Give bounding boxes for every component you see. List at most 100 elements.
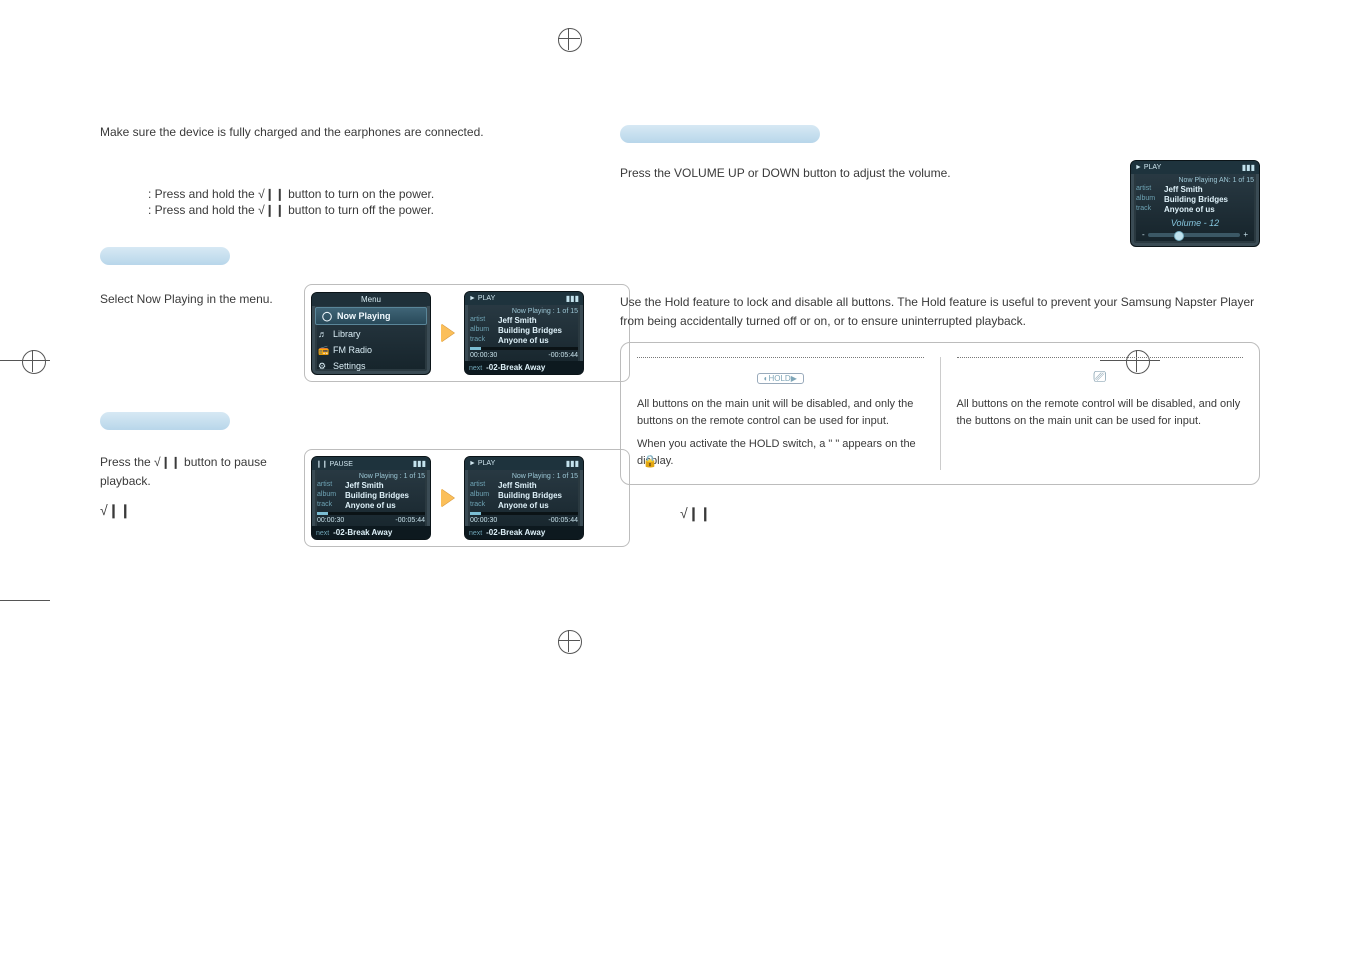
device-play-screenshot: ► PLAY ▮▮▮ Now Playing : 1 of 15 artist J… <box>464 456 584 540</box>
section-pill <box>100 412 230 430</box>
progress-bar <box>317 512 425 515</box>
field-label: track <box>1136 205 1160 214</box>
battery-icon: ▮▮▮ <box>1242 163 1255 172</box>
device-pause-screenshot: ❙❙ PAUSE ▮▮▮ Now Playing : 1 of 15 artis… <box>311 456 431 540</box>
volume-slider: - + <box>1142 230 1248 239</box>
library-icon: ♬ <box>318 329 328 339</box>
field-label: track <box>470 336 494 345</box>
hold-diagram: ◐HOLD▶ All buttons on the main unit will… <box>620 342 1260 485</box>
field-value: Building Bridges <box>498 326 562 335</box>
dotted-rule <box>637 357 924 358</box>
device-play-screenshot: ► PLAY ▮▮▮ Now Playing : 1 of 15 artist J… <box>464 291 584 375</box>
battery-icon: ▮▮▮ <box>566 294 579 303</box>
lock-icon: 🔒 <box>643 455 658 467</box>
field-value: Jeff Smith <box>498 481 537 490</box>
field-value: Anyone of us <box>1164 205 1215 214</box>
trim-line <box>0 360 50 361</box>
field-value: Jeff Smith <box>1164 185 1203 194</box>
power-section: : Press and hold the √❙❙ button to turn … <box>100 187 630 217</box>
remaining-time: -00:05:44 <box>548 517 578 524</box>
now-playing-count: Now Playing : 1 of 15 <box>470 308 578 315</box>
progress-bar <box>470 347 578 350</box>
field-label: artist <box>470 316 494 325</box>
pause-instruction: Press the √❙❙ button to pause playback. <box>100 453 290 490</box>
field-label: artist <box>1136 185 1160 194</box>
volume-minus: - <box>1142 230 1145 239</box>
field-value: Anyone of us <box>498 336 549 345</box>
progress-bar <box>470 512 578 515</box>
now-playing-count: Now Playing : 1 of 15 <box>470 473 578 480</box>
gear-icon: ⚙ <box>318 361 328 371</box>
crop-mark-bottom <box>558 630 580 652</box>
circle-icon: ◯ <box>322 311 332 321</box>
hold-main-text-2-span: When you activate the HOLD switch, a " "… <box>637 438 916 467</box>
menu-item-settings: ⚙ Settings <box>312 358 430 374</box>
battery-icon: ▮▮▮ <box>566 459 579 468</box>
hold-switch-icon: ◐HOLD▶ <box>757 373 804 384</box>
field-label: track <box>470 501 494 510</box>
hold-intro: Use the Hold feature to lock and disable… <box>620 293 1260 330</box>
device-menu-screenshot: Menu ◯ Now Playing ♬ Library 📻 FM Radio <box>311 292 431 375</box>
field-value: Anyone of us <box>345 501 396 510</box>
play-state: ► PLAY <box>1135 164 1161 171</box>
power-on-text: : Press and hold the √❙❙ button to turn … <box>100 187 630 201</box>
field-value: Jeff Smith <box>345 481 384 490</box>
menu-item-label: FM Radio <box>333 345 372 355</box>
volume-label: Volume - 12 <box>1136 218 1254 228</box>
elapsed-time: 00:00:30 <box>317 517 344 524</box>
menu-item-fm: 📻 FM Radio <box>312 342 430 358</box>
elapsed-time: 00:00:30 <box>470 352 497 359</box>
elapsed-time: 00:00:30 <box>470 517 497 524</box>
field-value: -02-Break Away <box>486 363 545 372</box>
menu-item-label: Library <box>333 329 361 339</box>
power-off-text: : Press and hold the √❙❙ button to turn … <box>100 203 630 217</box>
field-label: album <box>1136 195 1160 204</box>
hold-switch-illustration: ◐HOLD▶ <box>637 368 924 388</box>
field-label: album <box>470 491 494 500</box>
remote-hold-illustration: ⎚ <box>957 368 1244 388</box>
arrow-right-icon <box>441 489 454 507</box>
menu-item-label: Now Playing <box>337 311 391 321</box>
crop-mark-top <box>558 28 580 50</box>
device-volume-screenshot: ► PLAY ▮▮▮ Now Playing AN: 1 of 15 artis… <box>1130 160 1260 247</box>
device-menu-title: Menu <box>312 293 430 306</box>
section-pill <box>100 247 230 265</box>
volume-instruction: Press the VOLUME UP or DOWN button to ad… <box>620 160 1110 183</box>
remaining-time: -00:05:44 <box>548 352 578 359</box>
field-value: Jeff Smith <box>498 316 537 325</box>
remaining-time: -00:05:44 <box>395 517 425 524</box>
field-label: next <box>469 530 482 537</box>
field-label: next <box>316 530 329 537</box>
menu-item-library: ♬ Library <box>312 326 430 342</box>
field-value: -02-Break Away <box>333 528 392 537</box>
section-pill <box>620 125 820 143</box>
pause-state: ❙❙ PAUSE <box>316 460 353 468</box>
field-label: next <box>469 365 482 372</box>
menu-item-now-playing: ◯ Now Playing <box>315 307 427 325</box>
play-pause-glyph: √❙❙ <box>100 500 290 522</box>
hold-main-text-1: All buttons on the main unit will be dis… <box>637 396 924 430</box>
field-label: track <box>317 501 341 510</box>
now-playing-count: Now Playing : 1 of 15 <box>317 473 425 480</box>
remote-icon: ⎚ <box>1093 369 1106 387</box>
play-state: ► PLAY <box>469 460 495 467</box>
volume-plus: + <box>1243 230 1248 239</box>
field-label: artist <box>470 481 494 490</box>
field-label: artist <box>317 481 341 490</box>
hold-remote-text: All buttons on the remote control will b… <box>957 396 1244 430</box>
field-label: album <box>317 491 341 500</box>
field-value: Building Bridges <box>498 491 562 500</box>
now-playing-instruction: Select Now Playing in the menu. <box>100 284 290 309</box>
hold-main-text-2: When you activate the HOLD switch, a " "… <box>637 436 924 470</box>
battery-icon: ▮▮▮ <box>413 459 426 468</box>
play-pause-glyph: √❙❙ <box>680 503 1260 525</box>
dotted-rule <box>957 357 1244 358</box>
play-state: ► PLAY <box>469 295 495 302</box>
field-value: -02-Break Away <box>486 528 545 537</box>
radio-icon: 📻 <box>318 345 328 355</box>
crop-mark-left <box>22 350 44 372</box>
menu-item-label: Settings <box>333 361 366 371</box>
arrow-right-icon <box>441 324 454 342</box>
field-value: Anyone of us <box>498 501 549 510</box>
intro-text: Make sure the device is fully charged an… <box>100 125 630 139</box>
